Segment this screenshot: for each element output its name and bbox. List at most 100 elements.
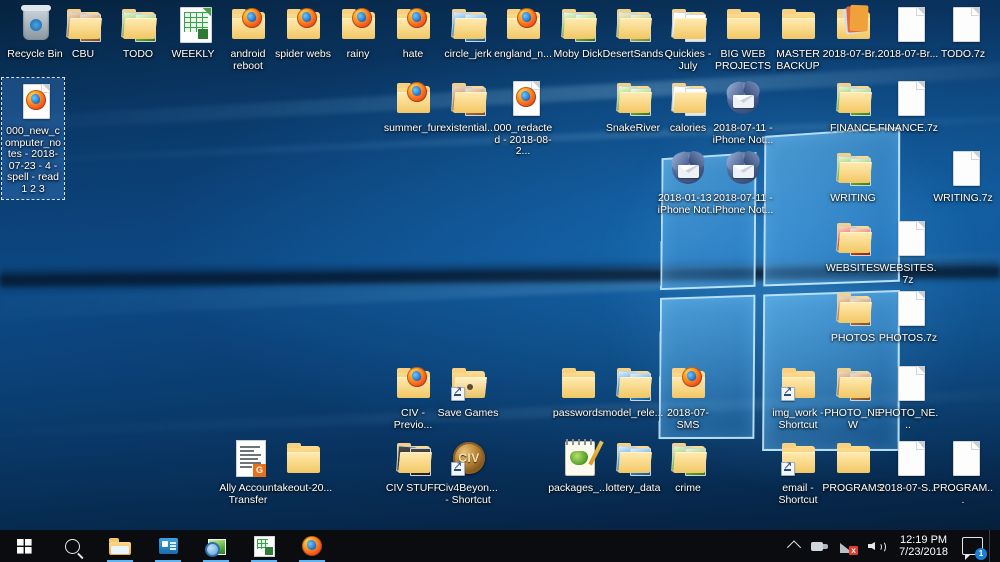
- volume-button[interactable]: [862, 530, 891, 562]
- desktop-icon-label: WEBSITES: [825, 262, 881, 274]
- document-icon: [884, 78, 932, 122]
- desktop-icon-writing[interactable]: WRITING: [822, 148, 884, 205]
- desktop-icon-circle-jerk[interactable]: circle_jerk: [437, 4, 499, 61]
- desktop-icon-2018-07-br-1[interactable]: 2018-07-Br...: [822, 4, 884, 61]
- desktop-icon-label: WRITING.7z: [933, 192, 993, 204]
- desktop-icon-summer-fun[interactable]: summer_fun: [382, 78, 444, 135]
- desktop-icon-desert-sands[interactable]: DesertSands: [602, 4, 664, 61]
- desktop-icon-passwords[interactable]: passwords: [547, 363, 609, 420]
- desktop-icon-programs[interactable]: PROGRAMS: [822, 438, 884, 495]
- desktop-icon-label: Civ4Beyon... - Shortcut: [438, 482, 498, 506]
- desktop-icon-000-redacted[interactable]: 000_redacted - 2018-08-2...: [492, 78, 554, 158]
- folder-icon: [829, 438, 877, 482]
- desktop-icon-2018-07-11-iphone-notes-b[interactable]: 2018-07-11 - iPhone Not...: [712, 148, 774, 216]
- folder-image-icon: [609, 4, 657, 48]
- folder-firefox-icon: [499, 4, 547, 48]
- taskbar[interactable]: x 12:19 PM 7/23/2018 1: [0, 530, 1000, 562]
- desktop-icon-label: MASTER BACKUP: [776, 48, 820, 72]
- start-button[interactable]: [0, 530, 48, 562]
- desktop-icon-000-new-computer-notes[interactable]: 000_new_computer_notes - 2018-07-23 - 4 …: [1, 77, 65, 200]
- desktop-icon-civ4beyond-shortcut[interactable]: CIVCiv4Beyon... - Shortcut: [437, 438, 499, 506]
- desktop-icon-websites-7z[interactable]: WEBSITES.7z: [877, 218, 939, 286]
- desktop-icon-2018-07-br-2[interactable]: 2018-07-Br...: [877, 4, 939, 61]
- desktop-icon-calories[interactable]: calories: [657, 78, 719, 135]
- desktop-icon-civ-stuff[interactable]: CIV STUFF: [382, 438, 444, 495]
- desktop-icon-save-games[interactable]: Save Games: [437, 363, 499, 420]
- folder-image-icon: [829, 288, 877, 332]
- desktop-screen: Recycle Bin CBU TODO WEEKLY android reboot sp…: [0, 0, 1000, 562]
- desktop-icon-label: img_work - Shortcut: [772, 407, 824, 431]
- desktop-icon-todo[interactable]: TODO: [107, 4, 169, 61]
- desktop-icon-grid: Recycle Bin CBU TODO WEEKLY android reboot sp…: [0, 0, 1000, 562]
- archive-folder-icon: [829, 4, 877, 48]
- spreadsheet-button[interactable]: [240, 530, 288, 562]
- desktop-icon-photo-ne-7z[interactable]: PHOTO_NE...: [877, 363, 939, 431]
- desktop-icon-master-backup[interactable]: MASTER BACKUP: [767, 4, 829, 72]
- desktop-icon-moby-dick[interactable]: Moby Dick: [547, 4, 609, 61]
- statement-doc-icon: G: [224, 438, 272, 482]
- desktop-icon-lottery-data[interactable]: lottery_data: [602, 438, 664, 495]
- desktop-icon-photos-7z[interactable]: PHOTOS.7z: [877, 288, 939, 345]
- desktop-icon-finance-7z[interactable]: FINANCE.7z: [877, 78, 939, 135]
- desktop-icon-model-release[interactable]: model_rele...: [602, 363, 664, 420]
- desktop-icon-label: hate: [402, 48, 424, 60]
- desktop-icon-websites[interactable]: WEBSITES: [822, 218, 884, 275]
- desktop-icon-label: 2018-07-SMS: [666, 407, 710, 431]
- action-center-badge: 1: [975, 548, 987, 560]
- folder-icon: [554, 363, 602, 407]
- desktop-icon-quickies-july[interactable]: Quickies - July: [657, 4, 719, 72]
- desktop-icon-writing-7z[interactable]: WRITING.7z: [932, 148, 994, 205]
- desktop-icon-england-n[interactable]: england_n...: [492, 4, 554, 61]
- desktop-icon-hate[interactable]: hate: [382, 4, 444, 61]
- desktop-icon-2018-07-s[interactable]: 2018-07-S...: [877, 438, 939, 495]
- folder-image-icon: [664, 4, 712, 48]
- firefox-button[interactable]: [288, 530, 336, 562]
- desktop-icon-label: FINANCE: [829, 122, 877, 134]
- publisher-button[interactable]: [144, 530, 192, 562]
- desktop-icon-email-shortcut[interactable]: email - Shortcut: [767, 438, 829, 506]
- windows-logo-icon: [16, 538, 32, 554]
- desktop-icon-label: summer_fun: [383, 122, 443, 134]
- desktop-icon-label: PHOTOS.7z: [878, 332, 938, 344]
- desktop-icon-finance[interactable]: FINANCE: [822, 78, 884, 135]
- show-hidden-icons-button[interactable]: [783, 530, 805, 562]
- folder-firefox-icon: [389, 363, 437, 407]
- desktop-icon-label: PROGRAMS: [822, 482, 884, 494]
- desktop-icon-label: PHOTO_NE...: [877, 407, 939, 431]
- network-button[interactable]: x: [834, 530, 862, 562]
- desktop-icon-2018-07-11-iphone-notes-a[interactable]: 2018-07-11 - iPhone Not...: [712, 78, 774, 146]
- safely-remove-hardware-button[interactable]: [805, 530, 834, 562]
- action-center-button[interactable]: 1: [956, 530, 989, 562]
- action-center-icon: 1: [962, 537, 987, 560]
- desktop-icon-label: england_n...: [494, 48, 552, 60]
- desktop-icon-todo-7z[interactable]: TODO.7z: [932, 4, 994, 61]
- desktop-icon-ally-account-transfer[interactable]: G Ally Account Transfer: [217, 438, 279, 506]
- desktop-icon-2018-01-13-iphone-notes[interactable]: 2018-01-13 - iPhone Not...: [657, 148, 719, 216]
- desktop-icon-snake-river[interactable]: SnakeRiver: [602, 78, 664, 135]
- desktop-icon-programs-7z[interactable]: PROGRAM...: [932, 438, 994, 506]
- desktop-icon-photo-new[interactable]: PHOTO_NEW: [822, 363, 884, 431]
- desktop-icon-label: Moby Dick: [553, 48, 603, 60]
- search-button[interactable]: [48, 530, 96, 562]
- photo-viewer-button[interactable]: [192, 530, 240, 562]
- desktop-icon-photos[interactable]: PHOTOS: [822, 288, 884, 345]
- desktop-icon-spider-webs[interactable]: spider webs: [272, 4, 334, 61]
- desktop-icon-cbu[interactable]: CBU: [52, 4, 114, 61]
- desktop-icon-big-web-projects[interactable]: BIG WEB PROJECTS: [712, 4, 774, 72]
- desktop-icon-2018-07-sms[interactable]: 2018-07-SMS: [657, 363, 719, 431]
- show-desktop-button[interactable]: [989, 530, 996, 562]
- desktop-icon-android-reboot[interactable]: android reboot: [217, 4, 279, 72]
- clock[interactable]: 12:19 PM 7/23/2018: [891, 534, 956, 558]
- folder-image-icon: [389, 438, 437, 482]
- desktop-icon-packages[interactable]: packages_...: [547, 438, 609, 495]
- desktop-icon-weekly[interactable]: WEEKLY: [162, 4, 224, 61]
- file-explorer-button[interactable]: [96, 530, 144, 562]
- desktop-icon-img-work-shortcut[interactable]: img_work - Shortcut: [767, 363, 829, 431]
- desktop-icon-takeout-20[interactable]: takeout-20...: [272, 438, 334, 495]
- folder-image-icon: [829, 218, 877, 262]
- desktop-icon-rainy[interactable]: rainy: [327, 4, 389, 61]
- desktop-icon-existential[interactable]: existential...: [437, 78, 499, 135]
- folder-image-icon: [664, 438, 712, 482]
- desktop-icon-crime[interactable]: crime: [657, 438, 719, 495]
- desktop-icon-civ-previous[interactable]: CIV - Previo...: [382, 363, 444, 431]
